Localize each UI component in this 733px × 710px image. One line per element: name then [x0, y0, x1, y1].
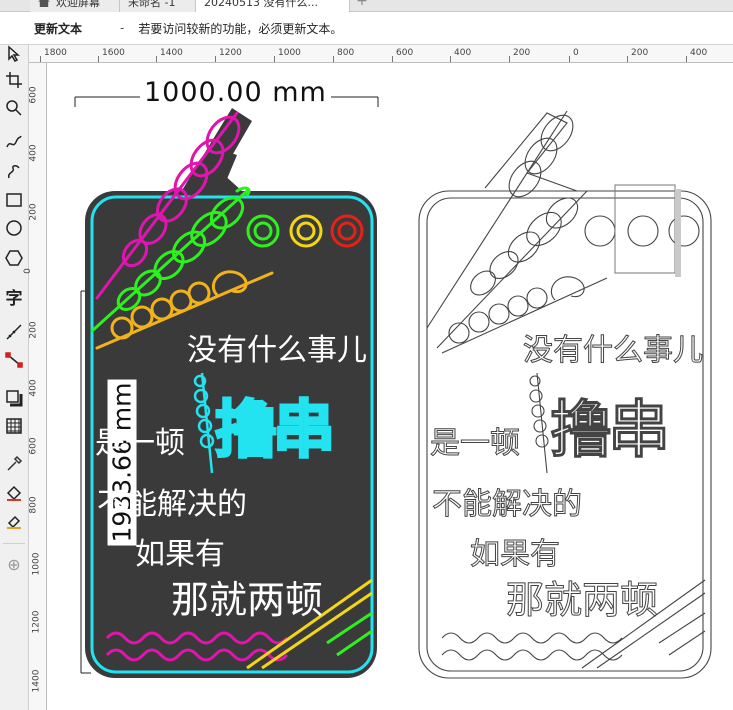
vertical-ruler[interactable]: 600 400 200 0 200 400 600 800 1000 1200 1400	[22, 63, 47, 710]
pick-tool-icon[interactable]	[3, 43, 25, 65]
freehand-tool-icon[interactable]	[3, 131, 25, 153]
ruler-label: 1200	[31, 610, 42, 634]
outline-text-line4[interactable]: 如果有	[470, 529, 561, 573]
artistic-media-icon[interactable]	[3, 161, 25, 183]
outline-text-line3[interactable]: 不能解决的	[432, 479, 583, 523]
smart-fill-icon[interactable]	[3, 509, 25, 531]
zoom-tool-icon[interactable]	[3, 97, 25, 119]
corel-app-window: 欢迎屏幕 未命名 -1 20240513 没有什么... + 更新文本 - 若要…	[0, 0, 733, 710]
eyedropper-tool-icon[interactable]	[3, 453, 25, 475]
connector-tool-icon[interactable]	[3, 349, 25, 371]
interactive-fill-icon[interactable]	[3, 481, 25, 503]
artwork-text-line2b[interactable]: 撸串	[213, 379, 336, 469]
notification-title: 更新文本	[34, 21, 83, 36]
artwork-text-line5[interactable]: 那就两顿	[171, 569, 323, 624]
artwork-text-line1[interactable]: 没有什么事儿	[187, 325, 367, 369]
add-tool-icon[interactable]: ⊕	[3, 553, 25, 575]
ruler-label: 1400	[160, 48, 183, 58]
tab-untitled[interactable]: 未命名 -1	[120, 0, 196, 12]
ruler-label: 400	[690, 48, 708, 58]
selection-shadow	[675, 189, 681, 277]
transparency-tool-icon[interactable]	[3, 415, 25, 437]
ruler-tick	[392, 56, 393, 62]
outline-text-line2a[interactable]: 是一顿	[430, 418, 521, 462]
ruler-label: 800	[28, 496, 39, 514]
notification-message: 若要访问较新的功能，必须更新文本。	[138, 21, 343, 36]
ruler-tick	[215, 56, 216, 62]
tab-welcome-screen[interactable]: 欢迎屏幕	[30, 0, 120, 12]
ruler-label: 600	[28, 86, 39, 104]
ruler-label: 200	[28, 203, 39, 221]
ruler-label: 200	[513, 48, 531, 58]
ruler-label: 1200	[219, 48, 242, 58]
ruler-tick	[156, 56, 157, 62]
outline-text-line1[interactable]: 没有什么事儿	[523, 325, 704, 369]
ruler-label: 200	[28, 321, 39, 339]
update-notification-bar: 更新文本 - 若要访问较新的功能，必须更新文本。	[0, 12, 733, 45]
artwork-text-line3[interactable]: 不能解决的	[97, 479, 247, 523]
rectangle-tool-icon[interactable]	[3, 189, 25, 211]
ruler-label: 400	[454, 48, 472, 58]
ruler-tick	[450, 56, 451, 62]
home-icon	[38, 0, 50, 7]
ruler-label: 1400	[31, 669, 42, 693]
ruler-label: 1600	[102, 48, 125, 58]
ruler-tick	[98, 56, 99, 62]
ruler-tick	[569, 56, 570, 62]
drawing-canvas[interactable]: 1000.00 mm 1933.66 mm 没有什么事儿 是一顿 撸串 不能解决…	[47, 63, 733, 710]
width-dimension-label[interactable]: 1000.00 mm	[140, 77, 331, 108]
ruler-label: 800	[337, 48, 355, 58]
toolbox-divider	[3, 543, 25, 544]
ruler-tick	[40, 56, 41, 62]
artwork-text-line2a[interactable]: 是一顿	[95, 418, 185, 462]
ruler-label: 600	[28, 437, 39, 455]
document-tab-strip: 欢迎屏幕 未命名 -1 20240513 没有什么... +	[0, 0, 733, 12]
ruler-label: 400	[28, 379, 39, 397]
ruler-label: 200	[631, 48, 649, 58]
tab-label: 未命名 -1	[128, 0, 176, 9]
ruler-tick	[627, 56, 628, 62]
ruler-label: 1000	[31, 552, 42, 576]
ruler-tick	[509, 56, 510, 62]
ruler-tick	[274, 56, 275, 62]
tab-label: 20240513 没有什么...	[204, 0, 318, 9]
ruler-label: 1800	[44, 48, 67, 58]
toolbox: 字 ⊕	[0, 45, 29, 710]
outline-text-line2b[interactable]: 撸串	[549, 379, 670, 469]
notification-separator: -	[120, 21, 125, 35]
ruler-label: 0	[22, 268, 33, 274]
ruler-label: 0	[573, 48, 579, 58]
outline-text-line5[interactable]: 那就两顿	[505, 569, 658, 624]
drop-shadow-tool-icon[interactable]	[3, 387, 25, 409]
ellipse-tool-icon[interactable]	[3, 217, 25, 239]
artwork-text-line4[interactable]: 如果有	[135, 529, 225, 573]
tab-label: 欢迎屏幕	[56, 0, 100, 9]
crop-tool-icon[interactable]	[3, 69, 25, 91]
dimension-tool-icon[interactable]	[3, 321, 25, 343]
ruler-label: 1000	[278, 48, 301, 58]
ruler-tick	[686, 56, 687, 62]
ruler-tick	[333, 56, 334, 62]
polygon-tool-icon[interactable]	[3, 247, 25, 269]
tab-current-document[interactable]: 20240513 没有什么...	[196, 0, 350, 12]
ruler-label: 600	[396, 48, 414, 58]
text-tool-icon[interactable]: 字	[3, 285, 25, 309]
add-tab-button[interactable]: +	[354, 0, 370, 10]
ruler-label: 400	[28, 144, 39, 162]
horizontal-ruler[interactable]: 1800 1600 1400 1200 1000 800 600 400 200 0 200 400	[29, 45, 733, 63]
